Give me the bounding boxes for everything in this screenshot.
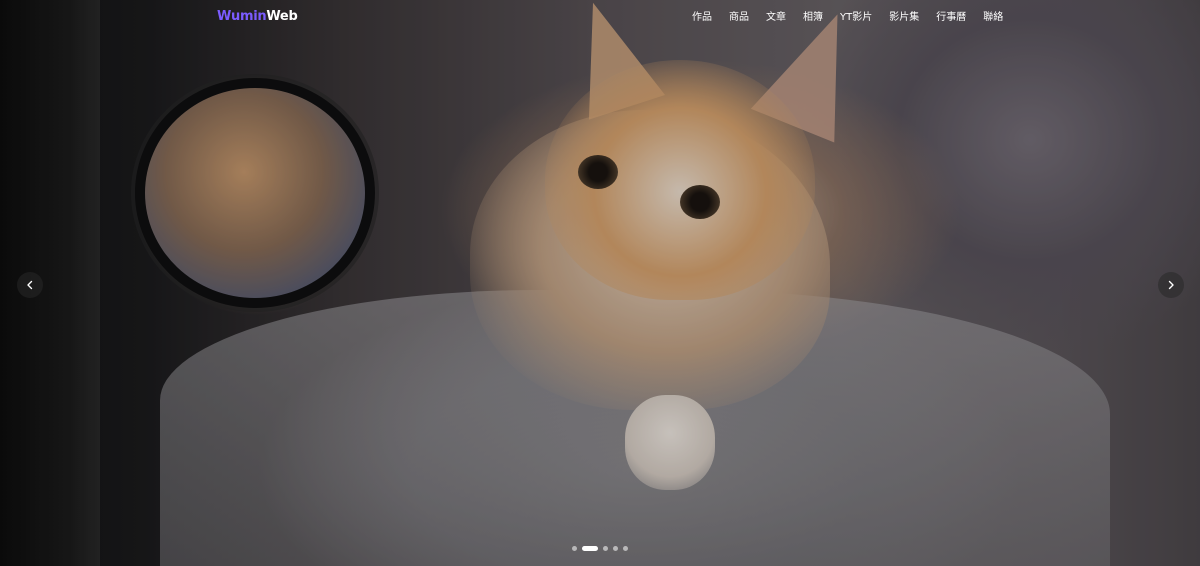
carousel-dot[interactable] [623, 546, 628, 551]
hero-overlay [0, 0, 1200, 566]
carousel-next-button[interactable] [1158, 272, 1184, 298]
carousel-dot[interactable] [572, 546, 577, 551]
logo-text-wumin: Wumin [217, 9, 267, 24]
nav-item-albums[interactable]: 相簿 [803, 11, 823, 25]
carousel-dot-active[interactable] [582, 546, 598, 551]
photo-cat-eye-right [680, 185, 720, 219]
photo-cat-ear-left [554, 0, 666, 120]
photo-cat-eye-left [578, 155, 618, 189]
nav-item-video-collection[interactable]: 影片集 [889, 11, 919, 25]
logo-text-web: Web [266, 9, 298, 24]
hero-carousel: WuminWeb 作品 商品 文章 相簿 YT影片 影片集 行事曆 聯絡 [0, 0, 1200, 566]
nav-item-calendar[interactable]: 行事曆 [936, 11, 966, 25]
nav-item-works[interactable]: 作品 [692, 11, 712, 25]
carousel-indicators [572, 546, 628, 551]
photo-background-frame [0, 0, 100, 566]
photo-cat-body [470, 110, 830, 410]
site-logo[interactable]: WuminWeb [217, 9, 298, 24]
nav-item-contact[interactable]: 聯絡 [983, 11, 1003, 25]
chevron-left-icon [27, 280, 33, 290]
nav-item-products[interactable]: 商品 [729, 11, 749, 25]
photo-mirror [135, 78, 375, 308]
photo-cat-head [545, 60, 815, 300]
carousel-dot[interactable] [613, 546, 618, 551]
nav-item-articles[interactable]: 文章 [766, 11, 786, 25]
photo-cat-paw [625, 395, 715, 490]
nav-item-yt-videos[interactable]: YT影片 [840, 11, 872, 25]
carousel-dot[interactable] [603, 546, 608, 551]
photo-blanket [160, 290, 1110, 566]
chevron-right-icon [1168, 280, 1174, 290]
carousel-prev-button[interactable] [17, 272, 43, 298]
main-nav: 作品 商品 文章 相簿 YT影片 影片集 行事曆 聯絡 [692, 11, 1003, 25]
